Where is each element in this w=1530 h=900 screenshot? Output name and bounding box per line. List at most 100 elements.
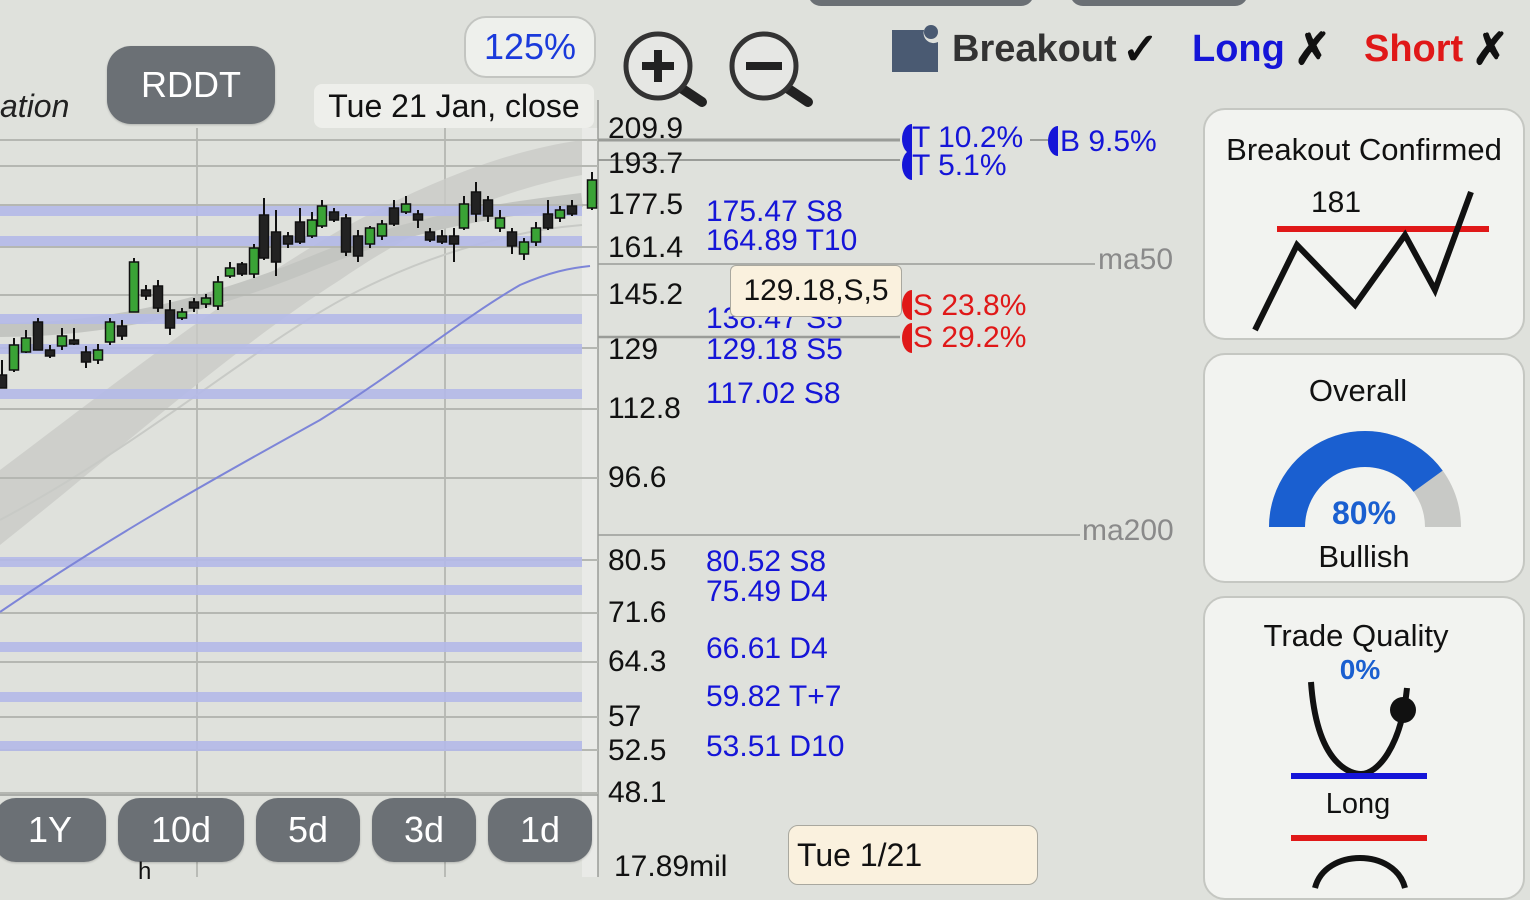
candle-body (270, 231, 282, 263)
price-tick: 96.6 (608, 461, 667, 494)
zoom-in-icon[interactable] (622, 30, 712, 110)
level-label[interactable]: 75.49 D4 (706, 577, 828, 607)
overall-sentiment: Bullish (1318, 539, 1410, 574)
candle-body (400, 203, 412, 213)
zoom-out-icon[interactable] (728, 30, 818, 110)
timeframe-3d-button[interactable]: 3d (372, 798, 476, 862)
price-tick: 64.3 (608, 645, 667, 678)
timeframe-10d-button[interactable]: 10d (118, 798, 244, 862)
price-tick: 193.7 (608, 147, 684, 180)
breakout-percent: B 9.5% (1060, 125, 1157, 158)
candle-body (224, 267, 236, 277)
level-label[interactable]: 53.51 D10 (706, 732, 844, 762)
candle-body (470, 191, 482, 215)
candle-body (164, 309, 176, 329)
support-band (0, 642, 582, 652)
support-band (0, 206, 582, 216)
latest-bar-band (582, 128, 598, 877)
zoom-level-badge[interactable]: 125% (464, 16, 596, 78)
candle-body (8, 344, 20, 371)
candle-body (306, 219, 318, 237)
date-close-label: Tue 21 Jan, close (314, 84, 594, 128)
candle-body (482, 199, 494, 217)
candle-body (32, 321, 44, 351)
target-percent-2: T 5.1% (912, 149, 1007, 182)
level-tooltip: 129.18,S,5 (730, 265, 902, 317)
price-tick: 80.5 (608, 544, 667, 577)
level-label[interactable]: 164.89 T10 (706, 226, 857, 256)
candle-body (294, 221, 306, 243)
breakout-signal-label: Breakout (952, 28, 1117, 70)
candle-body (388, 207, 400, 225)
timeframe-1d-button[interactable]: 1d (488, 798, 592, 862)
breakout-confirmed-card[interactable]: Breakout Confirmed 181 (1203, 108, 1525, 340)
top-tab-2[interactable] (1070, 0, 1248, 6)
candle-body (494, 217, 506, 229)
candle-body (56, 335, 68, 347)
candle-body (92, 349, 104, 361)
candle-body (518, 241, 530, 255)
breakout-signal-icon (890, 24, 940, 74)
level-label[interactable]: 117.02 S8 (706, 379, 841, 409)
support-band (0, 557, 582, 567)
breakout-check-icon: ✓ (1122, 25, 1159, 74)
level-label[interactable]: 175.47 S8 (706, 197, 843, 227)
stop-marker-2 (902, 323, 912, 353)
candle-body (116, 325, 128, 337)
trade-quality-curve-icon (1291, 681, 1427, 889)
candle-body (236, 263, 248, 275)
long-cross-icon: ✗ (1294, 25, 1331, 74)
price-tick: 129 (608, 333, 659, 366)
price-tick: 177.5 (608, 188, 684, 221)
candle-body (176, 311, 188, 319)
candle-body (376, 223, 388, 237)
level-label[interactable]: 80.52 S8 (706, 547, 826, 577)
candle-body (530, 227, 542, 243)
candle-body (340, 217, 352, 253)
level-label[interactable]: 66.61 D4 (706, 634, 828, 664)
candle-body (68, 339, 80, 345)
price-tick: 112.8 (608, 392, 681, 425)
ticker-button[interactable]: RDDT (107, 46, 275, 124)
candle-body (248, 247, 260, 275)
candle-body (506, 231, 518, 247)
stop-percent-1: S 23.8% (913, 289, 1027, 322)
price-tick: 52.5 (608, 734, 667, 767)
candle-body (542, 213, 554, 229)
short-signal-label: Short (1364, 28, 1464, 70)
price-tick: 161.4 (608, 231, 684, 264)
volume-label: 17.89mil (614, 850, 728, 883)
price-tick: 71.6 (608, 596, 667, 629)
timeframe-1y-button[interactable]: 1Y (0, 798, 106, 862)
candle-body (212, 281, 224, 307)
top-tab-1[interactable] (808, 0, 1034, 6)
trade-quality-card[interactable]: Trade Quality 0% Long (1203, 596, 1525, 900)
candle-body (140, 289, 152, 297)
long-signal-label: Long (1192, 28, 1285, 70)
candle-body (364, 227, 376, 245)
candle-body (104, 321, 116, 343)
candle-body (586, 179, 598, 209)
timeframe-5d-button[interactable]: 5d (256, 798, 360, 862)
target-marker-1 (902, 124, 912, 154)
candle-body (20, 337, 32, 353)
overall-card[interactable]: Overall 80% Bullish (1203, 353, 1525, 583)
candle-body (436, 235, 448, 243)
candle-body (128, 261, 140, 313)
candle-body (200, 297, 212, 305)
candle-body (0, 374, 8, 389)
candle-body (80, 351, 92, 363)
candle-body (566, 205, 578, 215)
support-band (0, 585, 582, 595)
candle-body (424, 231, 436, 241)
candle-body (412, 213, 424, 221)
level-label[interactable]: 129.18 S5 (706, 335, 843, 365)
support-band (0, 389, 582, 399)
candle-body (352, 235, 364, 257)
candle-body (188, 301, 200, 309)
candle-body (282, 235, 294, 245)
short-cross-icon: ✗ (1472, 25, 1509, 74)
support-band (0, 741, 582, 751)
chart-title-fragment: ation (0, 88, 70, 124)
level-label[interactable]: 59.82 T+7 (706, 682, 841, 712)
